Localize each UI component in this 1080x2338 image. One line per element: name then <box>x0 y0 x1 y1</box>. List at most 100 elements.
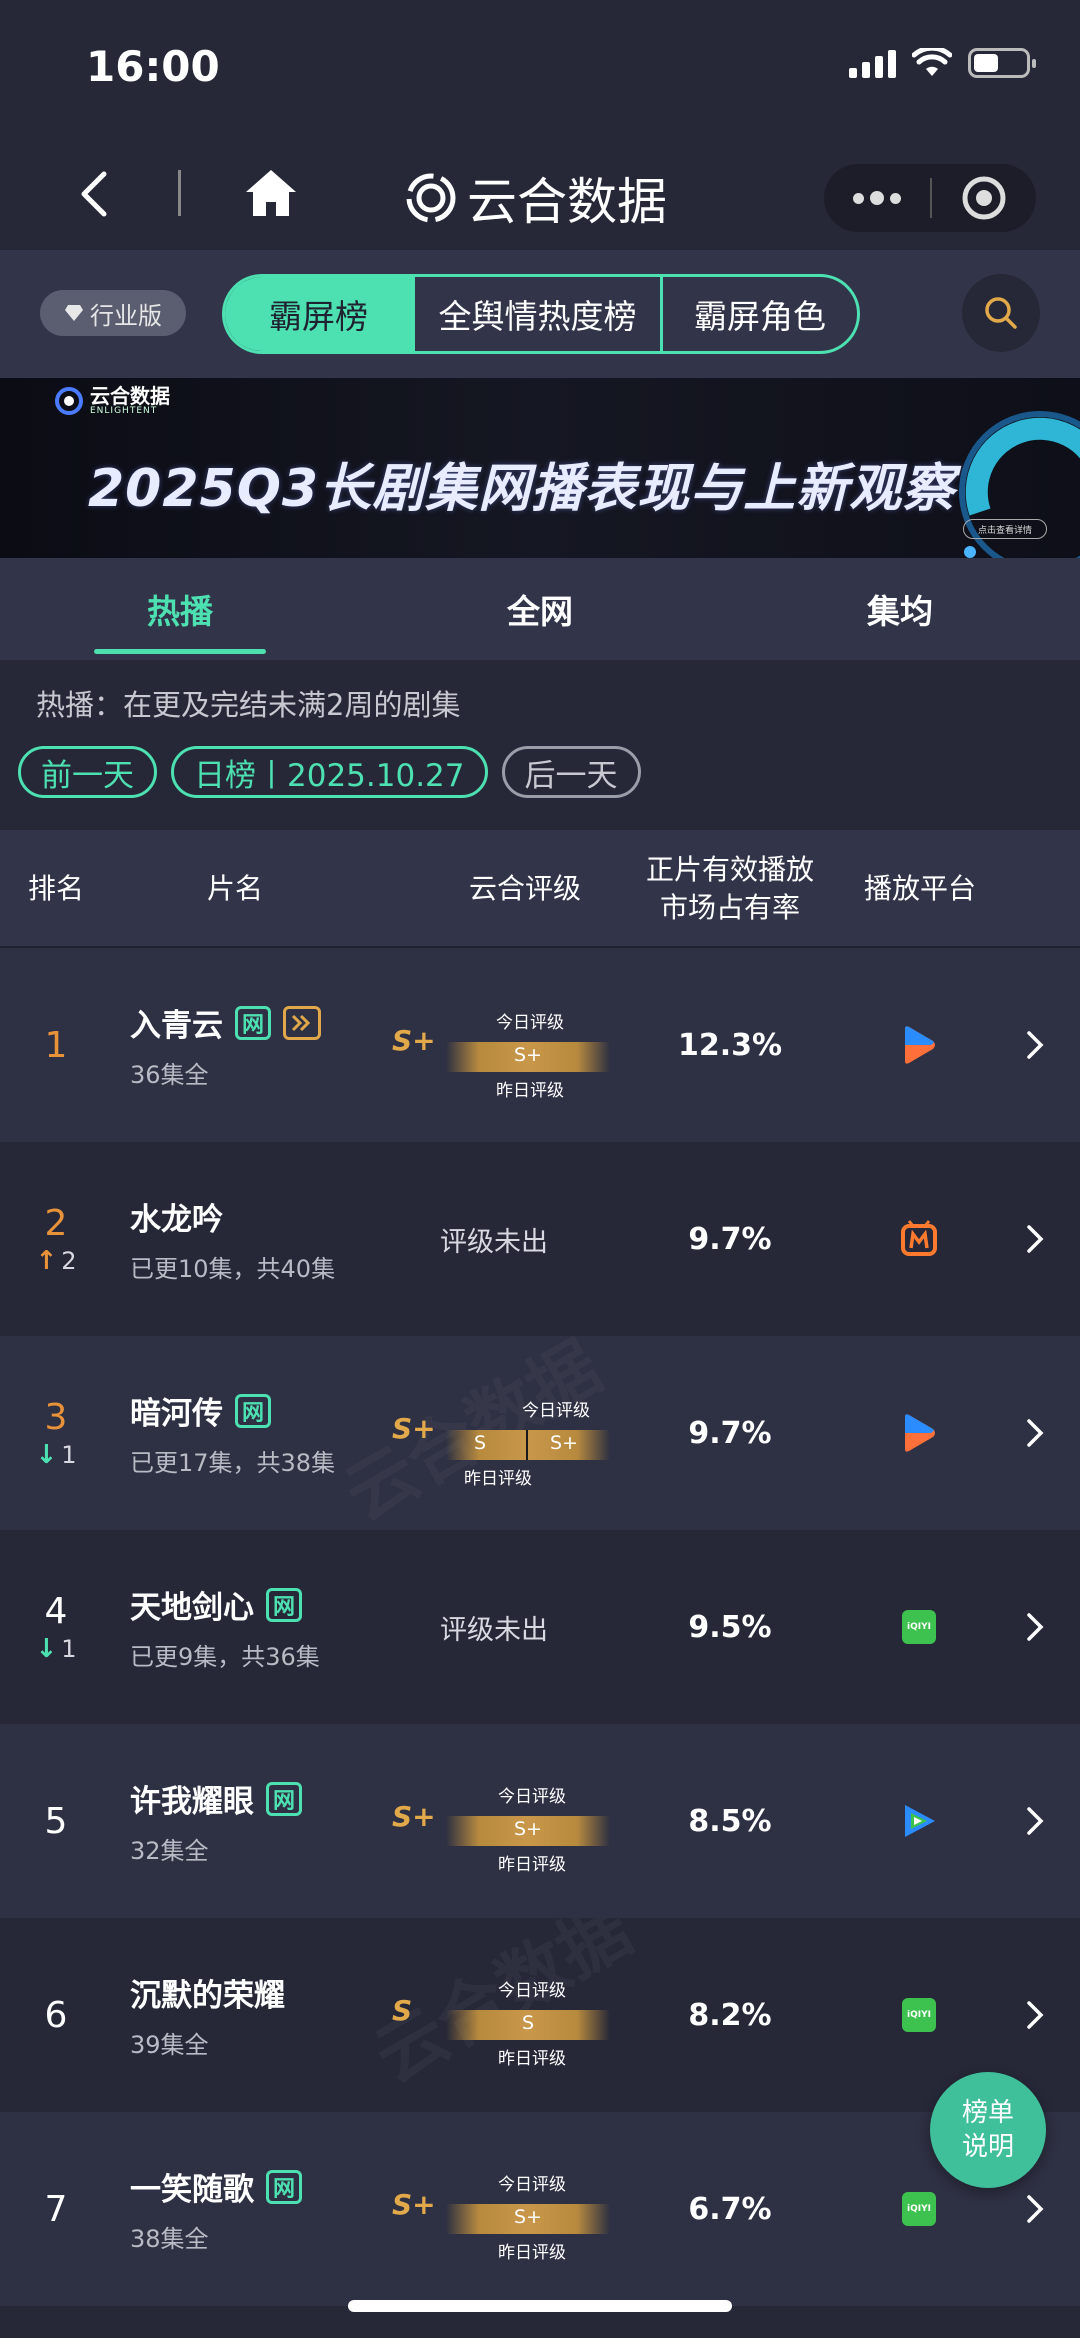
search-button[interactable] <box>962 274 1040 352</box>
market-share-value: 9.7% <box>688 1221 772 1257</box>
rank-change: ↓ 1 <box>35 1440 76 1470</box>
table-header: 排名 片名 云合评级 正片有效播放 市场占有率 播放平台 <box>0 830 1080 948</box>
episode-status: 32集全 <box>130 1837 209 1865</box>
platform-cell[interactable] <box>874 1336 964 1530</box>
grade-bar: S+ <box>446 1042 610 1072</box>
episode-status: 已更9集，共36集 <box>130 1643 320 1671</box>
grade-cell: S+ 今日评级 S S+ 昨日评级 <box>380 1336 610 1530</box>
rank-change-value: 2 <box>61 1246 77 1275</box>
rank-cell: 3 ↓ 1 <box>0 1336 112 1530</box>
table-row[interactable]: 云合数据 3 ↓ 1 暗河传 网 已更17集，共38集 S+ 今日评级 S S+… <box>0 1336 1080 1530</box>
grade-yesterday-label: 昨日评级 <box>498 2049 566 2069</box>
date-selector[interactable]: 日榜丨2025.10.27 <box>171 746 488 798</box>
table-row[interactable]: 5 许我耀眼 网 32集全 S+ 今日评级 S+ 昨日评级 8.5% <box>0 1724 1080 1918</box>
tab-all-network[interactable]: 全网 <box>360 558 720 660</box>
grade-bar: S+ <box>446 2204 610 2234</box>
battery-icon <box>968 48 1036 78</box>
banner-cta[interactable]: 点击查看详情 <box>963 519 1047 539</box>
next-day-button[interactable]: 后一天 <box>501 746 641 798</box>
wifi-icon <box>912 48 952 76</box>
platform-cell[interactable]: iQIYI <box>874 1530 964 1724</box>
platform-cell[interactable] <box>874 1142 964 1336</box>
back-icon[interactable] <box>70 166 126 222</box>
row-chevron-icon[interactable] <box>1010 1724 1060 1918</box>
grade-yesterday-label: 昨日评级 <box>498 2243 566 2263</box>
rank-number: 7 <box>44 2188 68 2230</box>
network-tag: 网 <box>266 2169 302 2204</box>
rank-cell: 5 <box>0 1724 112 1918</box>
grade-cell: 评级未出 <box>380 1530 610 1724</box>
filter-area: 热播：在更及完结未满2周的剧集 前一天 日榜丨2025.10.27 后一天 <box>0 660 1080 830</box>
grade-bar: S+ <box>446 1816 610 1846</box>
tab-bapingbang[interactable]: 霸屏榜 <box>225 277 415 351</box>
home-indicator[interactable] <box>348 2300 732 2312</box>
grade-value: S+ <box>392 1024 436 1057</box>
more-icon[interactable] <box>824 164 930 232</box>
market-share-value: 12.3% <box>677 1027 783 1063</box>
rank-cell: 2 ↑ 2 <box>0 1142 112 1336</box>
close-mini-program-icon[interactable] <box>932 164 1036 232</box>
status-time: 16:00 <box>86 42 220 91</box>
row-chevron-icon[interactable] <box>1010 948 1060 1142</box>
report-banner[interactable]: 云合数据 ENLIGHTENT 2025Q3长剧集网播表现与上新观察 点击查看详… <box>0 378 1080 558</box>
episode-status: 39集全 <box>130 2031 209 2059</box>
table-row[interactable]: 云合数据 6 沉默的荣耀 39集全 S 今日评级 S 昨日评级 8.2% iQI… <box>0 1918 1080 2112</box>
row-chevron-icon[interactable] <box>1010 1530 1060 1724</box>
home-icon[interactable] <box>242 164 300 222</box>
tab-hot[interactable]: 热播 <box>0 558 360 660</box>
row-chevron-icon[interactable] <box>1010 1142 1060 1336</box>
status-icons <box>849 48 1036 78</box>
table-row[interactable]: 4 ↓ 1 天地剑心 网 已更9集，共36集 评级未出 9.5% iQIYI <box>0 1530 1080 1724</box>
network-tag: 网 <box>235 1005 271 1040</box>
sub-tabs: 热播 全网 集均 <box>0 558 1080 660</box>
iqiyi-icon: iQIYI <box>902 2192 936 2226</box>
grade-yesterday-label: 昨日评级 <box>498 1855 566 1875</box>
fab-line1: 榜单 <box>961 2098 1014 2128</box>
grade-not-out: 评级未出 <box>440 1615 548 1646</box>
ranking-type-tabs: 霸屏榜 全舆情热度榜 霸屏角色 <box>222 274 860 354</box>
grade-today-value: S+ <box>514 1044 542 1066</box>
name-cell: 一笑随歌 网 38集全 <box>130 2112 302 2306</box>
tab-per-episode[interactable]: 集均 <box>720 558 1080 660</box>
brand-logo-icon <box>406 173 456 223</box>
show-title: 暗河传 <box>130 1396 223 1432</box>
platform-cell[interactable]: iQIYI <box>874 1918 964 2112</box>
platform-cell[interactable] <box>874 948 964 1142</box>
edition-badge[interactable]: 行业版 <box>40 290 186 336</box>
tencent-video-icon <box>905 1026 935 1064</box>
rank-change-value: 1 <box>61 1634 77 1663</box>
name-cell: 水龙吟 已更10集，共40集 <box>130 1142 335 1336</box>
rank-change-value: 1 <box>61 1440 77 1469</box>
tab-character-rank[interactable]: 霸屏角色 <box>663 277 857 351</box>
edition-label: 行业版 <box>90 301 162 330</box>
rank-number: 1 <box>44 1024 68 1066</box>
network-tag: 网 <box>266 1587 302 1622</box>
header-market-share: 正片有效播放 市场占有率 <box>630 830 830 948</box>
market-share-value: 8.5% <box>688 1803 772 1839</box>
grade-yesterday-label: 昨日评级 <box>464 1469 532 1489</box>
rank-cell: 1 <box>0 948 112 1142</box>
grade-value: S+ <box>392 1800 436 1833</box>
rank-cell: 6 <box>0 1918 112 2112</box>
search-icon <box>985 297 1017 329</box>
name-cell: 天地剑心 网 已更9集，共36集 <box>130 1530 320 1724</box>
brand-logo-icon <box>55 387 83 415</box>
table-row[interactable]: 1 入青云 网 36集全 S+ 今日评级 S+ 昨日评级 12.3% <box>0 948 1080 1142</box>
tab-sentiment-heat[interactable]: 全舆情热度榜 <box>415 277 663 351</box>
table-row[interactable]: 2 ↑ 2 水龙吟 已更10集，共40集 评级未出 9.7% <box>0 1142 1080 1336</box>
table-row[interactable]: 7 一笑随歌 网 38集全 S+ 今日评级 S+ 昨日评级 6.7% iQIYI <box>0 2112 1080 2306</box>
mini-program-capsule <box>824 164 1036 232</box>
network-tag: 网 <box>266 1781 302 1816</box>
platform-cell[interactable] <box>874 1724 964 1918</box>
show-title: 入青云 <box>130 1008 223 1044</box>
rank-change: ↑ 2 <box>35 1246 76 1276</box>
row-chevron-icon[interactable] <box>1010 1336 1060 1530</box>
rank-up-icon: ↑ <box>35 1245 58 1276</box>
ranking-explanation-button[interactable]: 榜单 说明 <box>930 2072 1046 2188</box>
nav-divider <box>178 170 181 216</box>
signal-icon <box>849 48 896 78</box>
rank-down-icon: ↓ <box>35 1439 58 1470</box>
market-share-value: 6.7% <box>688 2191 772 2227</box>
prev-day-button[interactable]: 前一天 <box>18 746 157 798</box>
filter-description: 热播：在更及完结未满2周的剧集 <box>36 688 461 722</box>
